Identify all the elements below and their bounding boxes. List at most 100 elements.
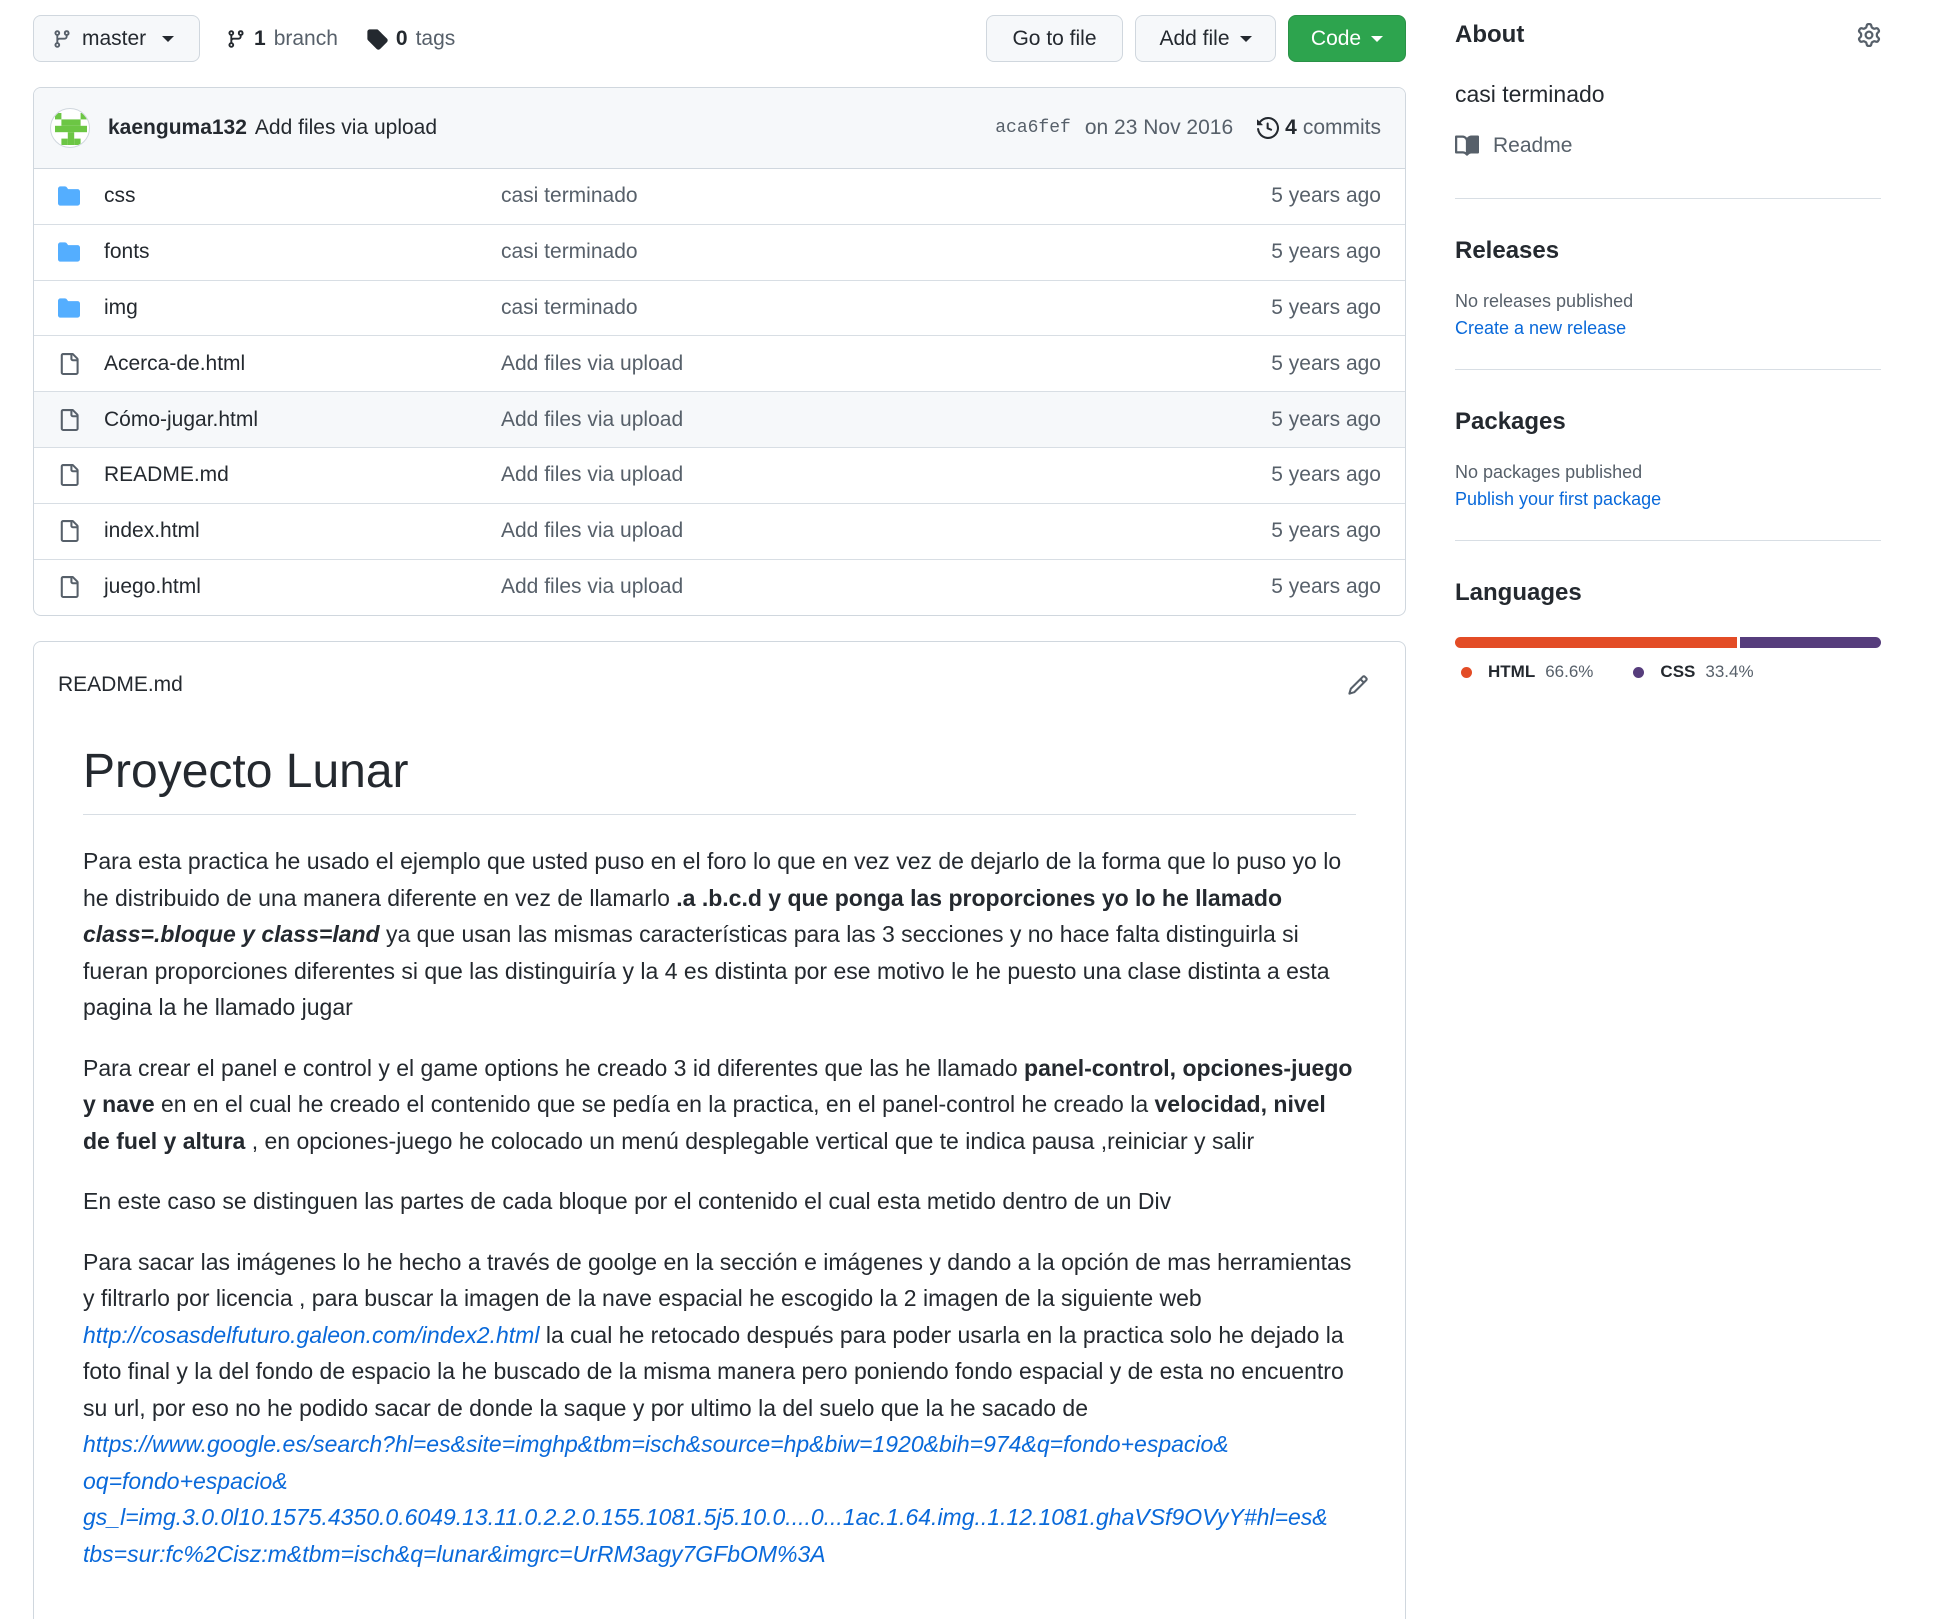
file-name-link[interactable]: index.html <box>104 519 501 543</box>
file-age: 5 years ago <box>1271 351 1381 375</box>
file-row[interactable]: Acerca-de.html Add files via upload 5 year… <box>34 336 1405 393</box>
file-row[interactable]: img casi terminado 5 years ago <box>34 281 1405 337</box>
file-commit-message-link[interactable]: casi terminado <box>501 296 1271 320</box>
file-commit-message-link[interactable]: Add files via upload <box>501 519 1271 543</box>
language-percent: 66.6% <box>1545 662 1594 681</box>
file-icon <box>56 407 82 433</box>
file-name-link[interactable]: img <box>104 296 501 320</box>
chevron-down-icon <box>1371 35 1384 42</box>
external-link[interactable]: https://www.google.es/search?hl=es&site=… <box>83 1431 1328 1567</box>
language-percent: 33.4% <box>1705 662 1754 681</box>
file-name-link[interactable]: css <box>104 184 501 208</box>
tag-icon <box>367 28 388 50</box>
file-row[interactable]: Cómo-jugar.html Add files via upload 5 yea… <box>34 392 1405 448</box>
languages-section: Languages HTML 66.6% CSS 33.4% <box>1455 541 1881 682</box>
pencil-icon[interactable] <box>1347 674 1369 696</box>
file-name-link[interactable]: Acerca-de.html <box>104 352 501 376</box>
file-icon <box>56 574 82 600</box>
link-part: https://www.google.es/search?hl=es&site=… <box>83 1431 1229 1457</box>
toolbar-actions: Go to file Add file Code <box>986 15 1406 62</box>
language-color-dot <box>1461 666 1472 678</box>
readme-content: Proyecto Lunar Para esta practica he usa… <box>34 728 1405 1572</box>
folder-icon <box>56 295 82 321</box>
readme-panel: README.md Proyecto Lunar Para esta pract… <box>33 641 1406 1619</box>
bold-text: .a .b.c.d y que ponga las proporciones y… <box>676 884 1283 911</box>
text: Para crear el panel e control y el game … <box>83 1054 1025 1081</box>
commits-history-link[interactable]: 4 commits <box>1257 116 1381 140</box>
file-commit-message-link[interactable]: casi terminado <box>501 184 1271 208</box>
packages-section: Packages No packages published Publish y… <box>1455 370 1881 510</box>
file-row[interactable]: css casi terminado 5 years ago <box>34 169 1405 225</box>
readme-paragraph-4: Para sacar las imágenes lo he hecho a tr… <box>83 1244 1356 1573</box>
file-row[interactable]: README.md Add files via upload 5 years ago <box>34 448 1405 504</box>
file-row[interactable]: juego.html Add files via upload 5 years ag… <box>34 560 1405 615</box>
language-list: HTML 66.6% CSS 33.4% <box>1455 662 1881 682</box>
create-release-link[interactable]: Create a new release <box>1455 318 1881 339</box>
file-commit-message-link[interactable]: Add files via upload <box>501 352 1271 376</box>
repo-sidebar: About casi terminado Readme Releases No … <box>1455 15 1881 682</box>
text: , en opciones-juego he colocado un menú … <box>245 1127 1255 1154</box>
file-age: 5 years ago <box>1271 240 1381 264</box>
tags-count: 0 <box>395 26 408 50</box>
folder-icon <box>56 183 82 209</box>
readme-filename[interactable]: README.md <box>58 673 183 697</box>
language-item[interactable]: HTML 66.6% <box>1455 662 1593 682</box>
external-link[interactable]: http://cosasdelfuturo.galeon.com/index2.… <box>83 1322 539 1348</box>
file-row[interactable]: fonts casi terminado 5 years ago <box>34 225 1405 281</box>
releases-section: Releases No releases published Create a … <box>1455 199 1881 339</box>
link-part: oq=fondo+espacio& <box>83 1467 288 1494</box>
language-bar-segment[interactable] <box>1739 637 1881 648</box>
avatar[interactable] <box>50 108 90 148</box>
chevron-down-icon <box>1239 35 1252 42</box>
readme-header: README.md <box>34 642 1405 728</box>
repo-toolbar: master 1 branch 0 tags Go to file Add fi… <box>33 15 1406 62</box>
file-commit-message-link[interactable]: Add files via upload <box>501 408 1271 432</box>
branches-link[interactable]: 1 branch <box>226 27 338 51</box>
file-age: 5 years ago <box>1271 575 1381 599</box>
chevron-down-icon <box>162 35 175 42</box>
add-file-button[interactable]: Add file <box>1135 15 1276 62</box>
gear-icon[interactable] <box>1857 23 1881 47</box>
language-bar-segment[interactable] <box>1455 637 1737 648</box>
code-label: Code <box>1310 26 1362 50</box>
code-button[interactable]: Code <box>1288 15 1406 62</box>
tags-link[interactable]: 0 tags <box>366 27 455 51</box>
releases-title[interactable]: Releases <box>1455 237 1881 265</box>
readme-paragraph-3: En este caso se distinguen las partes de… <box>83 1188 1172 1214</box>
file-name-link[interactable]: Cómo-jugar.html <box>104 408 501 432</box>
publish-package-link[interactable]: Publish your first package <box>1455 489 1881 510</box>
history-icon <box>1257 117 1280 139</box>
add-file-label: Add file <box>1159 26 1230 50</box>
link-part: tbs=sur:fc%2Cisz:m&tbm=isch&q=lunar&imgr… <box>83 1540 826 1567</box>
git-branch-icon <box>54 29 70 48</box>
file-name-link[interactable]: juego.html <box>104 575 501 599</box>
language-name: CSS <box>1660 662 1696 681</box>
file-icon <box>56 351 82 377</box>
commit-date: on 23 Nov 2016 <box>1084 116 1234 139</box>
bold-italic-text: class=.bloque y class=land <box>83 921 380 947</box>
language-name: HTML <box>1488 662 1536 681</box>
releases-empty-text: No releases published <box>1455 291 1634 311</box>
file-commit-message-link[interactable]: casi terminado <box>501 240 1271 264</box>
commit-author[interactable]: kaenguma132 <box>108 116 247 140</box>
packages-title[interactable]: Packages <box>1455 408 1881 436</box>
file-row[interactable]: index.html Add files via upload 5 years ag… <box>34 504 1405 560</box>
commit-message[interactable]: Add files via upload <box>255 116 437 140</box>
language-bar <box>1455 637 1881 648</box>
file-name-link[interactable]: README.md <box>104 463 501 487</box>
branch-name: master <box>82 26 147 50</box>
book-icon <box>1455 135 1479 156</box>
sidebar-readme-link[interactable]: Readme <box>1455 134 1881 158</box>
file-commit-message-link[interactable]: Add files via upload <box>501 463 1271 487</box>
file-name-link[interactable]: fonts <box>104 240 501 264</box>
repo-description: casi terminado <box>1455 81 1605 107</box>
file-commit-message-link[interactable]: Add files via upload <box>501 575 1271 599</box>
commit-sha[interactable]: aca6fef <box>995 118 1071 138</box>
go-to-file-button[interactable]: Go to file <box>986 15 1123 62</box>
about-header: About <box>1455 15 1881 55</box>
file-icon <box>56 518 82 544</box>
language-item[interactable]: CSS 33.4% <box>1627 662 1754 682</box>
latest-commit: kaenguma132 Add files via upload aca6fef… <box>34 88 1405 169</box>
commits-label: commits <box>1302 116 1381 139</box>
branch-selector-button[interactable]: master <box>33 15 200 62</box>
